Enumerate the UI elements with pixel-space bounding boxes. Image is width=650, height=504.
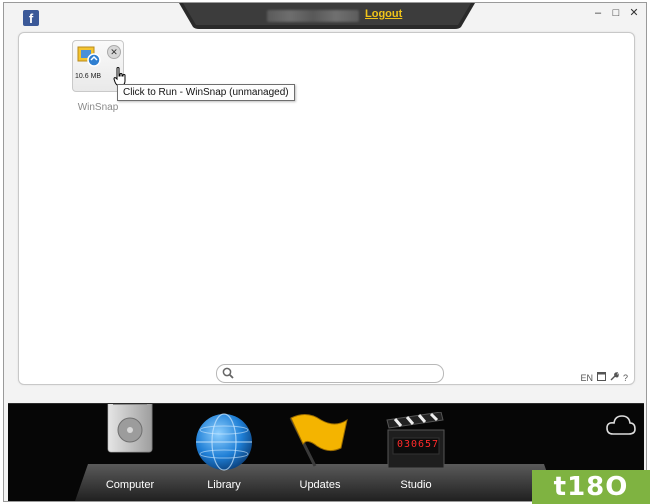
close-button[interactable]: ✕ (628, 7, 640, 19)
username-redacted (267, 10, 359, 22)
window-controls: – □ ✕ (592, 7, 640, 19)
minimize-button[interactable]: – (592, 7, 604, 19)
flag-icon (289, 414, 348, 467)
watermark-text: t18O (553, 472, 629, 502)
dock-item-computer[interactable]: Computer (90, 404, 170, 501)
wrench-icon[interactable] (610, 372, 619, 383)
hard-drive-icon (107, 404, 153, 453)
dock-label-updates: Updates (299, 479, 341, 491)
dock-item-updates[interactable]: Updates (280, 404, 360, 501)
winsnap-app-icon (77, 46, 101, 67)
facebook-icon[interactable]: f (23, 10, 39, 26)
maximize-button[interactable]: □ (610, 7, 622, 19)
app-size-label: 10.6 MB (75, 73, 102, 80)
help-button[interactable]: ? (623, 373, 628, 383)
logout-link[interactable]: Logout (365, 8, 402, 20)
dock-item-library[interactable]: Library (184, 404, 264, 501)
app-window: f Logout – □ ✕ 10.6 MB ✕ WinSnap Click t (3, 2, 647, 502)
apps-panel: 10.6 MB ✕ WinSnap Click to Run - WinSnap… (18, 32, 635, 385)
globe-icon (196, 413, 252, 471)
cloud-icon[interactable] (606, 414, 636, 436)
search-icon (222, 367, 234, 379)
language-button[interactable]: EN (580, 373, 593, 383)
app-name-label: WinSnap (77, 102, 119, 113)
remove-app-icon[interactable]: ✕ (107, 45, 121, 59)
site-watermark: t18O (532, 470, 650, 504)
dock-label-studio: Studio (400, 479, 432, 491)
window-icon[interactable] (596, 372, 606, 383)
app-tooltip: Click to Run - WinSnap (unmanaged) (117, 84, 295, 101)
dock-label-library: Library (207, 479, 241, 491)
dock-label-computer: Computer (105, 479, 155, 491)
studio-counter-display: 030657 (396, 439, 440, 450)
panel-footer-tools: EN ? (580, 372, 628, 383)
top-user-bar: Logout (179, 3, 475, 29)
dock-item-studio[interactable]: 030657 Studio (376, 404, 456, 501)
search-input[interactable] (216, 364, 444, 383)
